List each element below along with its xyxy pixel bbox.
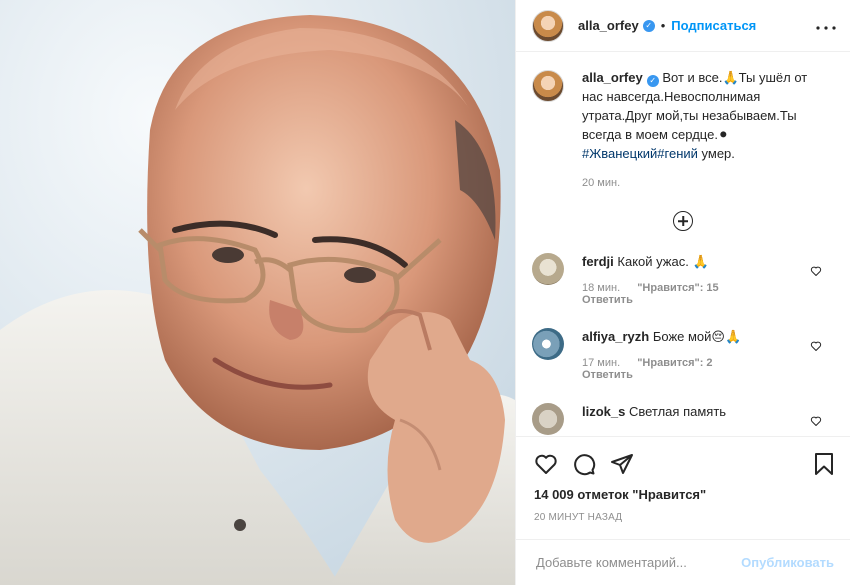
comment-time[interactable]: 18 мин. xyxy=(582,282,620,294)
heart-icon[interactable] xyxy=(810,340,822,352)
comment-likes[interactable]: "Нравится": 15 xyxy=(637,282,718,294)
hashtag-link[interactable]: #Жванецкий xyxy=(582,146,657,161)
post-caption: alla_orfey ✓ Вот и все.🙏Ты ушёл от нас на… xyxy=(516,52,850,163)
author-avatar[interactable] xyxy=(532,9,564,42)
caption-body-end: умер. xyxy=(697,146,735,161)
comment-message: Боже мой😔🙏 xyxy=(652,329,742,344)
commenter-avatar[interactable] xyxy=(532,253,564,285)
comment-body: lizok_s Светлая память xyxy=(582,403,782,435)
comment-meta: 17 мин. "Нравится": 2 Ответить xyxy=(582,357,782,381)
post-side-panel: alla_orfey ✓ • Подписаться alla_orfey ✓ В… xyxy=(515,0,850,585)
verified-badge-icon: ✓ xyxy=(646,75,659,87)
comments-list[interactable]: alla_orfey ✓ Вот и все.🙏Ты ушёл от нас на… xyxy=(516,52,850,436)
comment-message: Светлая память xyxy=(628,404,727,419)
likes-count[interactable]: 14 009 отметок "Нравится" xyxy=(516,479,850,502)
comment-likes[interactable]: "Нравится": 2 xyxy=(637,357,712,369)
comment-text: ferdji Какой ужас. 🙏 xyxy=(582,253,782,271)
post-photo xyxy=(0,0,515,585)
reply-button[interactable]: Ответить xyxy=(582,369,633,381)
header-separator: • xyxy=(660,18,666,33)
post-actions: 14 009 отметок "Нравится" 20 МИНУТ НАЗАД xyxy=(516,436,850,539)
portrait-image xyxy=(0,0,515,585)
post-modal: alla_orfey ✓ • Подписаться alla_orfey ✓ В… xyxy=(0,0,850,585)
hashtag-link[interactable]: #гений xyxy=(657,146,698,161)
comment-input[interactable] xyxy=(534,554,742,571)
commenter-username[interactable]: ferdji xyxy=(582,254,614,269)
comment-bubble-icon[interactable] xyxy=(572,452,596,476)
commenter-avatar[interactable] xyxy=(532,328,564,360)
comment-text: alfiya_ryzh Боже мой😔🙏 xyxy=(582,328,782,346)
bookmark-save-icon[interactable] xyxy=(812,452,836,476)
heart-icon[interactable] xyxy=(810,415,822,427)
more-horizontal-icon[interactable] xyxy=(816,17,836,35)
commenter-avatar[interactable] xyxy=(532,403,564,435)
comment-item: lizok_s Светлая память xyxy=(516,403,850,435)
comment-meta: 18 мин. "Нравится": 15 Ответить xyxy=(582,282,782,306)
add-comment-bar: Опубликовать xyxy=(516,539,850,585)
caption-username[interactable]: alla_orfey xyxy=(582,70,643,85)
post-timestamp[interactable]: 20 МИНУТ НАЗАД xyxy=(516,502,850,523)
post-header: alla_orfey ✓ • Подписаться xyxy=(516,0,850,52)
share-paper-plane-icon[interactable] xyxy=(610,452,634,476)
caption-text: alla_orfey ✓ Вот и все.🙏Ты ушёл от нас на… xyxy=(582,68,822,163)
author-username[interactable]: alla_orfey xyxy=(578,18,639,33)
reply-button[interactable]: Ответить xyxy=(582,294,633,306)
heart-icon[interactable] xyxy=(810,265,822,277)
comment-message: Какой ужас. 🙏 xyxy=(617,254,709,269)
commenter-username[interactable]: alfiya_ryzh xyxy=(582,329,649,344)
comment-item: alfiya_ryzh Боже мой😔🙏 17 мин. "Нравится… xyxy=(516,328,850,381)
publish-button[interactable]: Опубликовать xyxy=(741,555,834,570)
comment-body: alfiya_ryzh Боже мой😔🙏 17 мин. "Нравится… xyxy=(582,328,782,381)
plus-circle-icon[interactable] xyxy=(673,211,693,231)
verified-badge-icon: ✓ xyxy=(642,19,655,32)
comment-text: lizok_s Светлая память xyxy=(582,403,782,421)
commenter-username[interactable]: lizok_s xyxy=(582,404,625,419)
comment-time[interactable]: 17 мин. xyxy=(582,357,620,369)
caption-timestamp: 20 мин. xyxy=(582,177,621,189)
load-more-comments[interactable] xyxy=(516,211,850,231)
follow-button[interactable]: Подписаться xyxy=(671,18,756,33)
action-icons xyxy=(516,437,850,479)
comment-item: ferdji Какой ужас. 🙏 18 мин. "Нравится":… xyxy=(516,253,850,306)
comment-body: ferdji Какой ужас. 🙏 18 мин. "Нравится":… xyxy=(582,253,782,306)
like-heart-icon[interactable] xyxy=(534,452,558,476)
caption-avatar[interactable] xyxy=(532,70,564,102)
